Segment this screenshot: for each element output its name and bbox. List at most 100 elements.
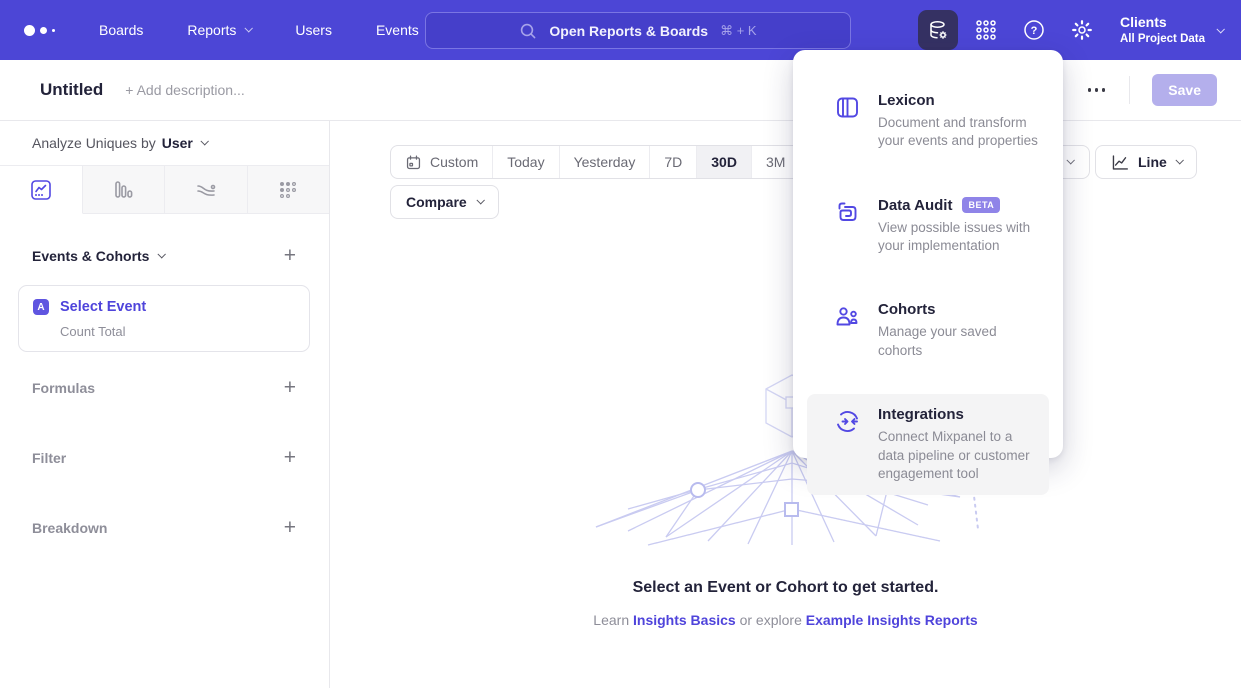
insights-basics-link[interactable]: Insights Basics bbox=[633, 612, 736, 628]
help-button[interactable]: ? bbox=[1014, 10, 1054, 50]
visualization-tabs bbox=[0, 166, 329, 214]
analyze-value-dropdown[interactable]: User bbox=[162, 135, 207, 151]
project-name: Clients bbox=[1120, 14, 1205, 32]
chevron-down-icon bbox=[200, 137, 208, 145]
add-breakdown-button[interactable] bbox=[284, 517, 296, 538]
mixpanel-logo[interactable] bbox=[24, 25, 55, 36]
query-builder-sidebar: Analyze Uniques by User bbox=[0, 121, 330, 688]
add-formula-button[interactable] bbox=[284, 377, 296, 398]
dots-grid-tab-icon bbox=[276, 178, 300, 202]
chart-type-dropdown[interactable]: Line bbox=[1095, 145, 1197, 179]
filter-section: Filter bbox=[0, 447, 330, 468]
analyze-label: Analyze Uniques by bbox=[32, 135, 156, 151]
add-filter-button[interactable] bbox=[284, 447, 296, 468]
date-range-7d[interactable]: 7D bbox=[650, 146, 697, 178]
menu-item-lexicon[interactable]: Lexicon Document and transform your even… bbox=[807, 80, 1049, 163]
chart-type-label: Line bbox=[1138, 154, 1167, 170]
breakdown-section: Breakdown bbox=[0, 517, 330, 538]
database-gear-icon bbox=[926, 18, 950, 42]
nav-item-events[interactable]: Events bbox=[376, 22, 419, 38]
formulas-label: Formulas bbox=[32, 380, 95, 396]
empty-state-title: Select an Event or Cohort to get started… bbox=[330, 579, 1241, 597]
date-range-label: Yesterday bbox=[574, 154, 636, 170]
chevron-down-icon bbox=[1066, 156, 1074, 164]
menu-item-title: Cohorts bbox=[878, 301, 936, 318]
svg-text:?: ? bbox=[1031, 25, 1038, 37]
beta-badge: BETA bbox=[962, 197, 1000, 213]
nav-item-reports[interactable]: Reports bbox=[187, 22, 251, 38]
help-icon: ? bbox=[1022, 18, 1046, 42]
event-series-badge: A bbox=[33, 299, 49, 315]
empty-state: Select an Event or Cohort to get started… bbox=[330, 579, 1241, 628]
report-actions: Save bbox=[1044, 74, 1217, 106]
menu-item-data-audit[interactable]: Data Audit BETA View possible issues wit… bbox=[807, 185, 1049, 268]
analyze-uniques-row: Analyze Uniques by User bbox=[0, 121, 329, 166]
nav-item-label: Users bbox=[295, 22, 332, 38]
flow-tab-icon bbox=[194, 178, 218, 202]
save-button[interactable]: Save bbox=[1152, 74, 1217, 106]
global-search-input[interactable]: Open Reports & Boards ⌘ + K bbox=[425, 12, 851, 49]
settings-button[interactable] bbox=[1062, 10, 1102, 50]
line-chart-tab-icon bbox=[29, 178, 53, 202]
date-range-label: 30D bbox=[711, 154, 737, 170]
menu-item-title: Lexicon bbox=[878, 92, 935, 109]
nav-item-boards[interactable]: Boards bbox=[99, 22, 143, 38]
grid-icon bbox=[974, 18, 998, 42]
formulas-section: Formulas bbox=[0, 377, 330, 398]
tab-bar-chart[interactable] bbox=[83, 166, 166, 214]
cohorts-icon bbox=[834, 301, 861, 360]
data-management-button[interactable] bbox=[918, 10, 958, 50]
data-management-menu: Lexicon Document and transform your even… bbox=[793, 50, 1063, 458]
tab-retention-grid[interactable] bbox=[248, 166, 330, 214]
calendar-icon bbox=[405, 154, 422, 171]
mixpanel-insights-app: Boards Reports Users Events Open Reports… bbox=[0, 0, 1241, 688]
data-audit-icon bbox=[834, 197, 861, 256]
chevron-down-icon bbox=[476, 196, 484, 204]
search-icon bbox=[519, 22, 537, 40]
menu-item-title: Data Audit bbox=[878, 197, 952, 214]
date-range-yesterday[interactable]: Yesterday bbox=[560, 146, 651, 178]
primary-nav: Boards Reports Users Events bbox=[99, 22, 419, 38]
nav-item-users[interactable]: Users bbox=[295, 22, 332, 38]
analyze-value: User bbox=[162, 135, 193, 151]
date-range-custom[interactable]: Custom bbox=[391, 146, 493, 178]
menu-item-integrations[interactable]: Integrations Connect Mixpanel to a data … bbox=[807, 394, 1049, 495]
date-range-today[interactable]: Today bbox=[493, 146, 559, 178]
event-card[interactable]: A Select Event Count Total bbox=[18, 285, 310, 352]
date-range-30d[interactable]: 30D bbox=[697, 146, 752, 178]
select-event-button[interactable]: Select Event bbox=[60, 299, 146, 315]
explore-text: or explore bbox=[740, 612, 802, 628]
project-selector[interactable]: Clients All Project Data bbox=[1120, 14, 1223, 46]
events-cohorts-header[interactable]: Events & Cohorts bbox=[32, 248, 164, 264]
menu-item-description: Document and transform your events and p… bbox=[878, 114, 1039, 151]
more-options-button[interactable] bbox=[1086, 82, 1108, 98]
add-description-field[interactable]: + Add description... bbox=[125, 82, 244, 98]
nav-item-label: Reports bbox=[187, 22, 236, 38]
report-canvas: Custom Today Yesterday 7D 30D 3M 6M Line… bbox=[330, 121, 1241, 688]
menu-item-title: Integrations bbox=[878, 406, 964, 423]
report-title[interactable]: Untitled bbox=[40, 80, 103, 100]
bar-chart-tab-icon bbox=[111, 178, 135, 202]
chevron-down-icon bbox=[158, 250, 166, 258]
compare-label: Compare bbox=[406, 194, 467, 210]
date-range-label: Today bbox=[507, 154, 544, 170]
project-scope: All Project Data bbox=[1120, 32, 1205, 46]
count-total-dropdown[interactable]: Count Total bbox=[60, 324, 295, 339]
filter-label: Filter bbox=[32, 450, 66, 466]
menu-item-cohorts[interactable]: Cohorts Manage your saved cohorts bbox=[807, 289, 1049, 372]
line-chart-icon bbox=[1110, 153, 1129, 172]
empty-state-links: Learn Insights Basics or explore Example… bbox=[330, 612, 1241, 628]
nav-item-label: Events bbox=[376, 22, 419, 38]
apps-grid-button[interactable] bbox=[966, 10, 1006, 50]
events-cohorts-label: Events & Cohorts bbox=[32, 248, 149, 264]
nav-item-label: Boards bbox=[99, 22, 143, 38]
tab-flow[interactable] bbox=[165, 166, 248, 214]
tab-insights-line[interactable] bbox=[0, 166, 83, 214]
add-event-button[interactable] bbox=[284, 245, 296, 266]
menu-item-description: View possible issues with your implement… bbox=[878, 219, 1039, 256]
example-reports-link[interactable]: Example Insights Reports bbox=[806, 612, 978, 628]
date-range-label: Custom bbox=[430, 154, 478, 170]
compare-dropdown[interactable]: Compare bbox=[390, 185, 499, 219]
chevron-down-icon bbox=[1175, 156, 1183, 164]
learn-prefix: Learn bbox=[593, 612, 629, 628]
